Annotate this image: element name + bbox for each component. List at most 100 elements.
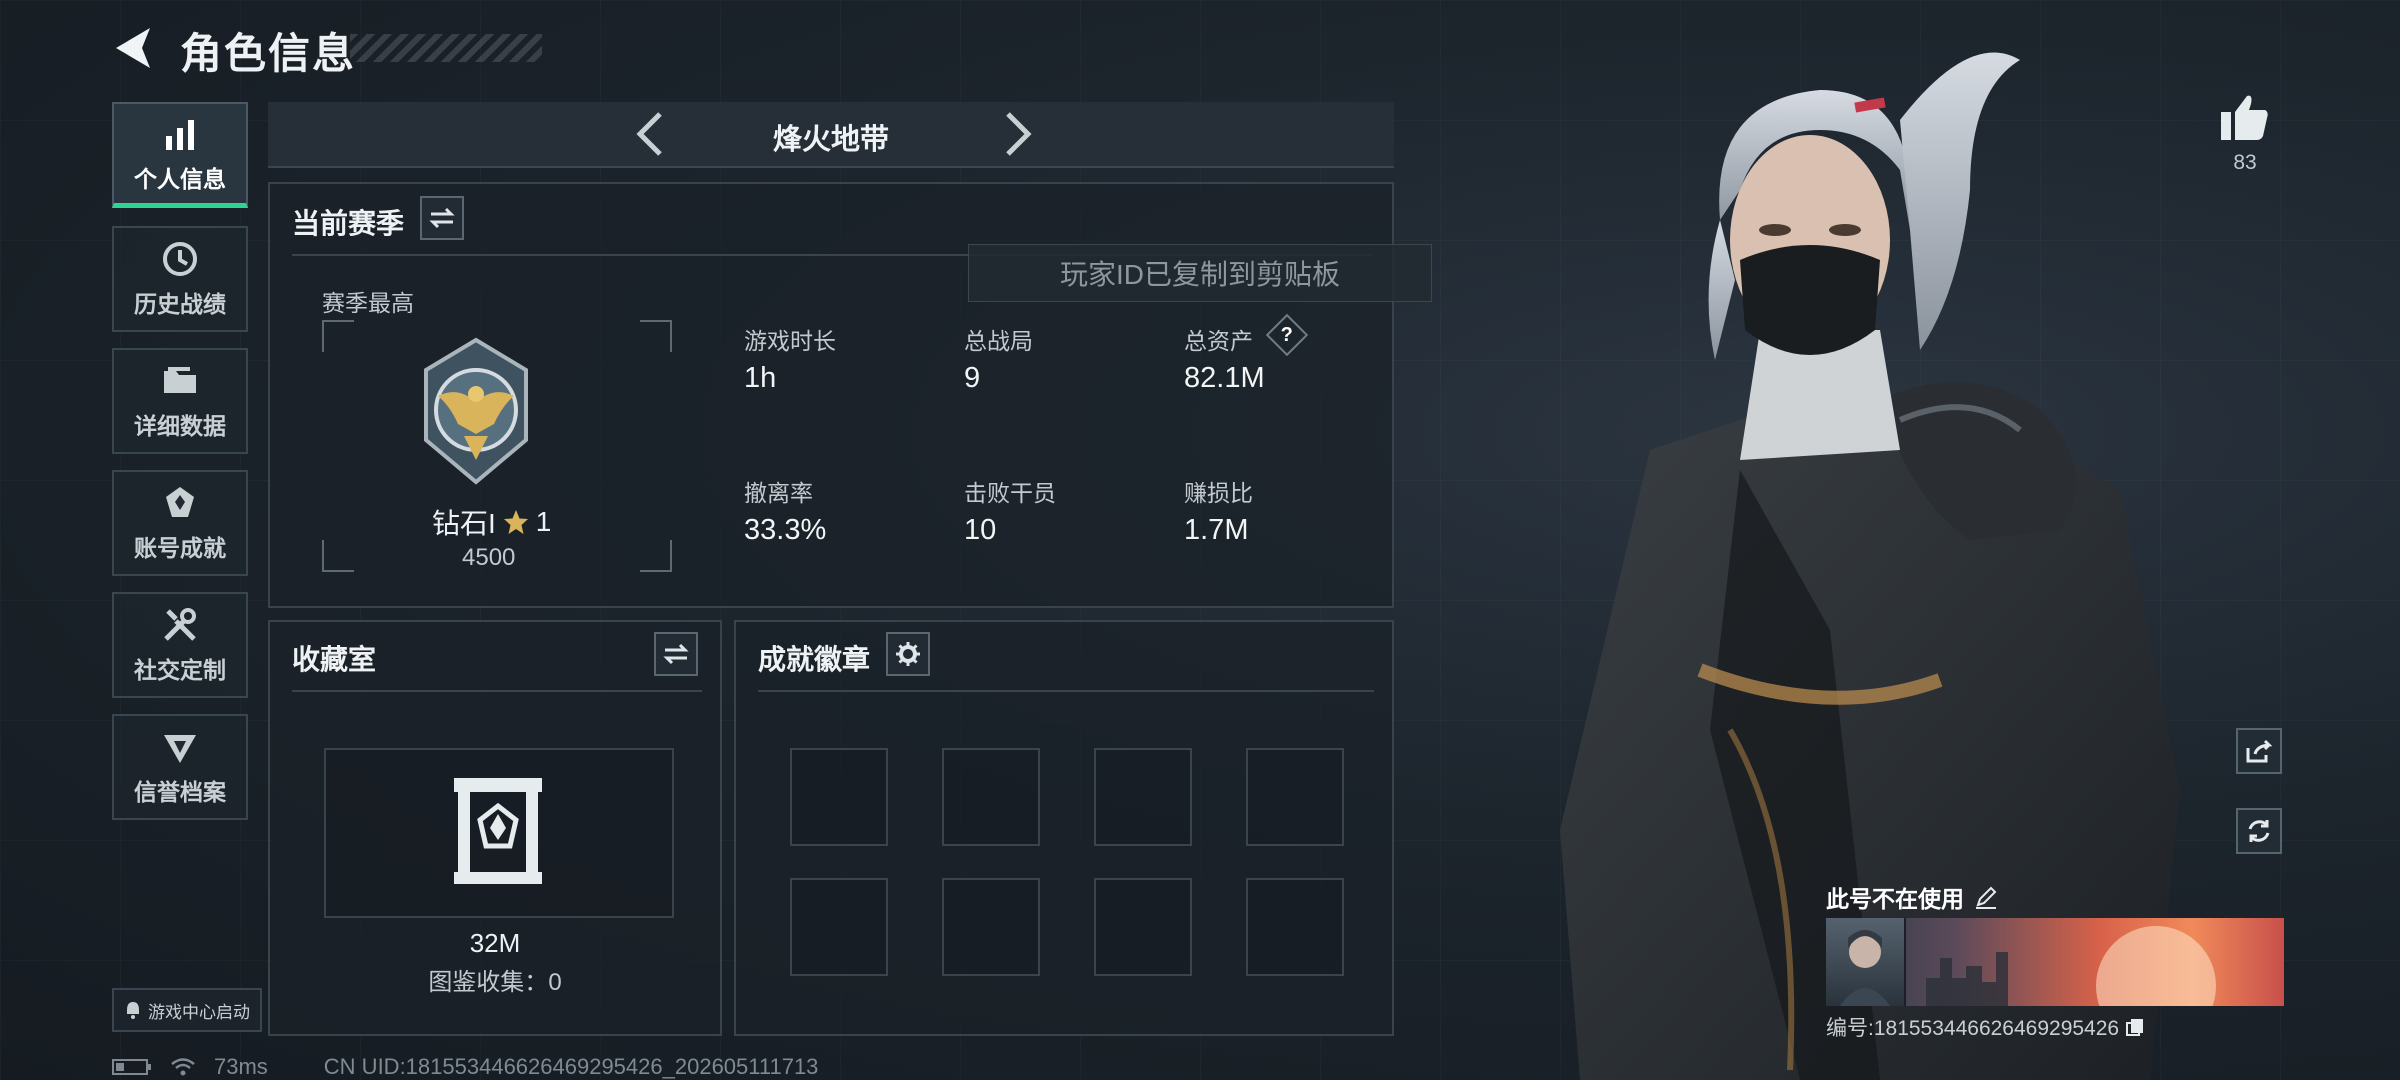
clock-icon: [163, 242, 197, 276]
avatar-portrait-icon: [1840, 930, 1890, 1006]
like-button[interactable]: 83: [2210, 92, 2280, 175]
swap-icon: [429, 207, 455, 229]
collection-panel: 收藏室 32M 图鉴收集：0: [268, 620, 722, 1036]
frame-corner: [322, 540, 354, 572]
sidebar-item-label: 账号成就: [134, 535, 226, 561]
profile-card: 此号不在使用 编号:1815534466264692954​26: [1826, 870, 2286, 1050]
collection-value: 32M: [469, 928, 521, 958]
profile-status: 此号不在使用: [1826, 880, 1998, 914]
title-decoration: [350, 34, 542, 62]
next-mode-arrow-icon[interactable]: [992, 108, 1042, 160]
swap-icon: [663, 643, 689, 665]
badge-slot[interactable]: [790, 878, 888, 976]
ping-value: 73ms: [214, 1054, 268, 1079]
share-icon: [2246, 739, 2273, 763]
switch-season-button[interactable]: [420, 196, 464, 240]
launch-label: 游戏中心启动: [148, 1002, 250, 1022]
sun-decoration: [2096, 926, 2216, 1006]
stat-value-assets: 82.1M: [1184, 362, 1265, 394]
catalog-value: 0: [548, 969, 562, 996]
avatar: [1826, 918, 1906, 1006]
copy-toast: 玩家ID已复制到剪贴板: [968, 244, 1432, 302]
profile-banner[interactable]: [1826, 918, 2284, 1006]
season-best-label: 赛季最高: [322, 290, 414, 316]
status-bar: 73ms CN UID:1815534466264692954​26_20260…: [112, 1054, 818, 1080]
mode-selector: 烽火地带: [268, 102, 1394, 168]
sidebar-item-label: 社交定制: [134, 657, 226, 683]
sidebar-item-social-custom[interactable]: 社交定制: [112, 592, 248, 698]
badge-slot[interactable]: [1094, 748, 1192, 846]
badge-settings-button[interactable]: [886, 632, 930, 676]
frame-corner: [640, 320, 672, 352]
like-count: 83: [2233, 151, 2257, 174]
sidebar-item-history[interactable]: 历史战绩: [112, 226, 248, 332]
collection-display-frame[interactable]: [324, 748, 674, 918]
diamond-rank-emblem-icon: [424, 337, 528, 485]
divider: [758, 690, 1374, 692]
sidebar-item-personal-info[interactable]: 个人信息: [112, 102, 248, 208]
rank-name: 钻石I: [432, 508, 496, 539]
uid-text: CN UID:1815534466264692954​26_2026051117…: [323, 1054, 819, 1079]
season-panel-title: 当前赛季: [292, 208, 405, 239]
refresh-icon: [2248, 820, 2270, 842]
badge-slot[interactable]: [1246, 748, 1344, 846]
badge-slot[interactable]: [942, 748, 1040, 846]
frame-corner: [640, 540, 672, 572]
achievement-icon: [166, 487, 194, 517]
badge-slot[interactable]: [942, 878, 1040, 976]
sidebar-item-label: 个人信息: [134, 165, 226, 192]
edit-icon[interactable]: [1974, 885, 1998, 909]
badges-title: 成就徽章: [758, 644, 871, 675]
share-button[interactable]: [2236, 728, 2282, 774]
badge-slot[interactable]: [1246, 878, 1344, 976]
sidebar-item-label: 详细数据: [134, 413, 226, 439]
thumbs-up-icon: [2221, 95, 2268, 140]
rank-title: 钻石I 1: [432, 502, 551, 542]
catalog-label: 图鉴收集：: [428, 969, 549, 996]
profile-id-text: 编号:1815534466264692954​26: [1826, 1017, 2120, 1040]
copy-icon[interactable]: [2125, 1017, 2145, 1037]
rank-stars: 1: [535, 506, 552, 537]
shield-icon: [164, 735, 196, 763]
achievement-badges-panel: 成就徽章: [734, 620, 1394, 1036]
battery-icon: [112, 1059, 151, 1075]
profile-id: 编号:1815534466264692954​26: [1826, 1012, 2145, 1042]
sidebar-item-label: 历史战绩: [134, 291, 226, 317]
sidebar-item-detailed-data[interactable]: 详细数据: [112, 348, 248, 454]
star-icon: [503, 510, 528, 534]
collection-title: 收藏室: [292, 644, 377, 675]
sidebar-item-reputation[interactable]: 信誉档案: [112, 714, 248, 820]
city-silhouette-icon: [1926, 952, 2008, 1006]
tools-icon: [164, 608, 196, 641]
switch-collection-button[interactable]: [654, 632, 698, 676]
stat-label-assets: 总资产: [1184, 328, 1253, 354]
stat-label-playtime: 游戏时长: [744, 328, 836, 354]
sidebar-item-achievements[interactable]: 账号成就: [112, 470, 248, 576]
help-icon[interactable]: ?: [1265, 313, 1309, 357]
page-title: 角色信息: [180, 30, 357, 77]
stat-value-profit-ratio: 1.7M: [1184, 514, 1249, 546]
profile-status-text: 此号不在使用: [1826, 886, 1964, 912]
bar-chart-icon: [166, 119, 194, 150]
badge-slot[interactable]: [790, 748, 888, 846]
stat-label-extract-rate: 撤离率: [744, 480, 813, 506]
wifi-icon: [171, 1058, 195, 1076]
stat-label-kills: 击败干员: [964, 480, 1056, 506]
badge-slot[interactable]: [1094, 878, 1192, 976]
bell-icon: [127, 1002, 139, 1019]
sidebar-item-label: 信誉档案: [134, 779, 226, 805]
rank-score: 4500: [462, 544, 516, 571]
gear-icon: [896, 642, 920, 666]
catalog-collection: 图鉴收集：0: [270, 962, 720, 997]
divider: [292, 690, 702, 692]
refresh-button[interactable]: [2236, 808, 2282, 854]
display-case-icon: [454, 778, 542, 884]
back-arrow-icon[interactable]: [108, 22, 158, 74]
game-center-launch-button[interactable]: 游戏中心启动: [112, 988, 262, 1032]
folder-icon: [164, 367, 196, 393]
stat-value-kills: 10: [964, 514, 997, 546]
stat-value-playtime: 1h: [744, 362, 777, 394]
stat-label-profit-ratio: 赚损比: [1184, 480, 1253, 506]
stat-label-matches: 总战局: [964, 328, 1033, 354]
stat-value-matches: 9: [964, 362, 981, 394]
